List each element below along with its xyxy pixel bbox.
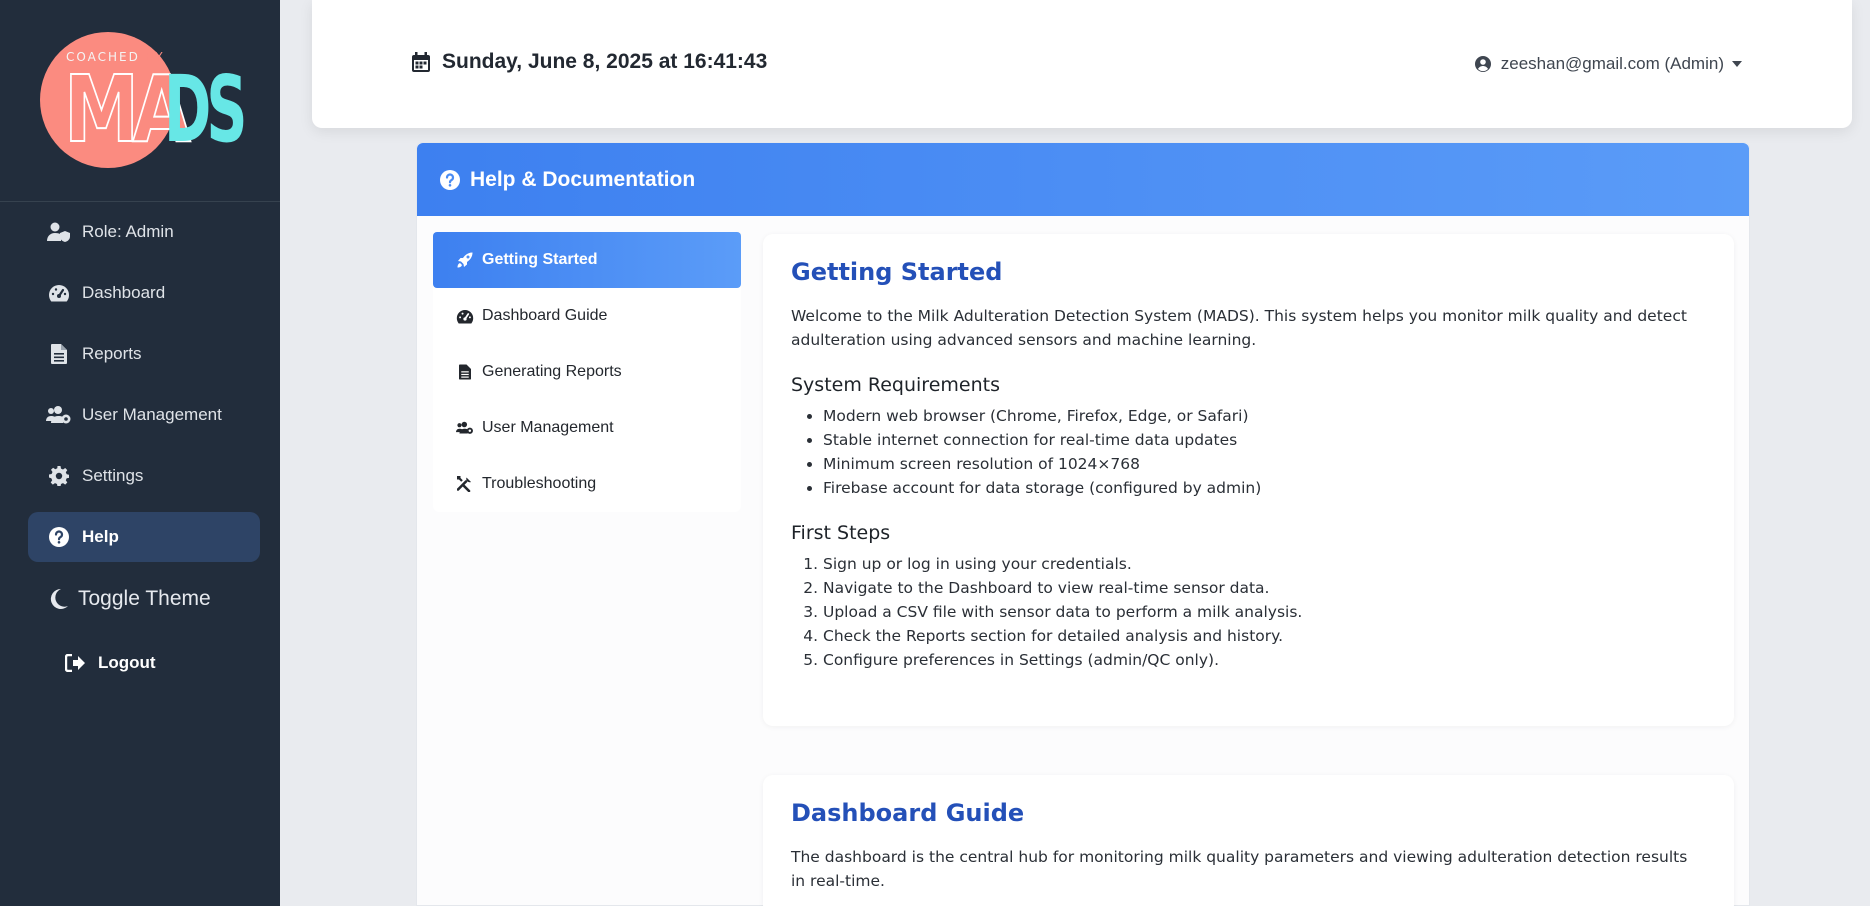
help-nav-troubleshooting[interactable]: Troubleshooting [433, 456, 741, 512]
gauge-icon [46, 284, 72, 302]
sidebar-item-label: User Management [82, 405, 222, 424]
question-circle-icon [440, 169, 460, 190]
sidebar-item-dashboard[interactable]: Dashboard [28, 268, 260, 318]
help-nav-label: Troubleshooting [482, 475, 597, 492]
toggle-theme-label: Toggle Theme [78, 587, 211, 610]
help-panel-header: Help & Documentation [417, 143, 1749, 216]
tools-icon [456, 476, 474, 492]
section-title: Dashboard Guide [791, 799, 1025, 827]
getting-started-section: Getting Started Welcome to the Milk Adul… [763, 234, 1734, 726]
chevron-down-icon [1732, 61, 1742, 67]
sidebar-item-label: Settings [82, 466, 144, 485]
list-item: Sign up or log in using your credentials… [823, 552, 1706, 576]
top-header: Sunday, June 8, 2025 at 16:41:43 zeeshan… [312, 0, 1852, 128]
gear-icon [46, 466, 72, 486]
question-circle-icon [46, 527, 72, 547]
requirements-title: System Requirements [791, 374, 1000, 396]
help-nav-generating-reports[interactable]: Generating Reports [433, 344, 741, 400]
help-nav-dashboard-guide[interactable]: Dashboard Guide [433, 288, 741, 344]
toggle-theme-button[interactable]: Toggle Theme [28, 574, 260, 624]
list-item: Upload a CSV file with sensor data to pe… [823, 600, 1706, 624]
user-shield-icon [46, 222, 72, 242]
sidebar-item-help[interactable]: Help [28, 512, 260, 562]
sidebar-item-role[interactable]: Role: Admin [28, 207, 260, 257]
list-item: Minimum screen resolution of 1024×768 [823, 452, 1706, 476]
list-item: Modern web browser (Chrome, Firefox, Edg… [823, 404, 1706, 428]
calendar-icon [412, 52, 430, 72]
list-item: Stable internet connection for real-time… [823, 428, 1706, 452]
file-icon [456, 364, 474, 380]
help-nav-label: Getting Started [482, 251, 598, 268]
list-item: Firebase account for data storage (confi… [823, 476, 1706, 500]
section-intro: Welcome to the Milk Adulteration Detecti… [791, 307, 1687, 349]
file-icon [46, 344, 72, 364]
list-item: Navigate to the Dashboard to view real-t… [823, 576, 1706, 600]
help-nav-label: Generating Reports [482, 363, 622, 380]
steps-list: Sign up or log in using your credentials… [791, 552, 1706, 672]
user-circle-icon [1474, 56, 1491, 72]
gauge-icon [456, 309, 474, 324]
steps-title: First Steps [791, 522, 891, 544]
current-datetime: Sunday, June 8, 2025 at 16:41:43 [412, 50, 767, 74]
sidebar-divider [0, 201, 280, 202]
datetime-text: Sunday, June 8, 2025 at 16:41:43 [442, 50, 768, 73]
sidebar-item-label: Help [82, 527, 119, 546]
users-cog-icon [46, 405, 72, 425]
sidebar-item-label: Dashboard [82, 283, 166, 302]
list-item: Check the Reports section for detailed a… [823, 624, 1706, 648]
sidebar: COACHED BY MA DS Role: Admin Dashboard R… [0, 0, 280, 906]
logo-brand-right: DS [164, 56, 247, 163]
section-intro: The dashboard is the central hub for mon… [791, 848, 1688, 890]
requirements-list: Modern web browser (Chrome, Firefox, Edg… [791, 404, 1706, 500]
help-topic-nav: Getting Started Dashboard Guide Generati… [433, 232, 741, 512]
logout-button[interactable]: Logout [28, 638, 260, 688]
sign-out-icon [62, 654, 88, 672]
help-title: Help & Documentation [470, 167, 696, 191]
users-cog-icon [456, 420, 474, 436]
help-nav-label: User Management [482, 419, 614, 436]
list-item: Configure preferences in Settings (admin… [823, 648, 1706, 672]
sidebar-item-reports[interactable]: Reports [28, 329, 260, 379]
sidebar-item-label: Reports [82, 344, 142, 363]
logout-label: Logout [98, 653, 156, 672]
help-panel: Help & Documentation Getting Started Das… [416, 142, 1750, 906]
help-nav-label: Dashboard Guide [482, 307, 608, 324]
sidebar-item-user-management[interactable]: User Management [28, 390, 260, 440]
help-nav-user-management[interactable]: User Management [433, 400, 741, 456]
moon-icon [46, 588, 72, 610]
rocket-icon [456, 252, 474, 268]
user-menu[interactable]: zeeshan@gmail.com (Admin) [1474, 54, 1742, 74]
mads-logo: COACHED BY MA DS [40, 32, 250, 172]
dashboard-guide-section: Dashboard Guide The dashboard is the cen… [763, 775, 1734, 906]
user-email: zeeshan@gmail.com (Admin) [1500, 54, 1724, 73]
sidebar-item-label: Role: Admin [82, 222, 174, 241]
help-nav-getting-started[interactable]: Getting Started [433, 232, 741, 288]
section-title: Getting Started [791, 258, 1003, 286]
sidebar-item-settings[interactable]: Settings [28, 451, 260, 501]
